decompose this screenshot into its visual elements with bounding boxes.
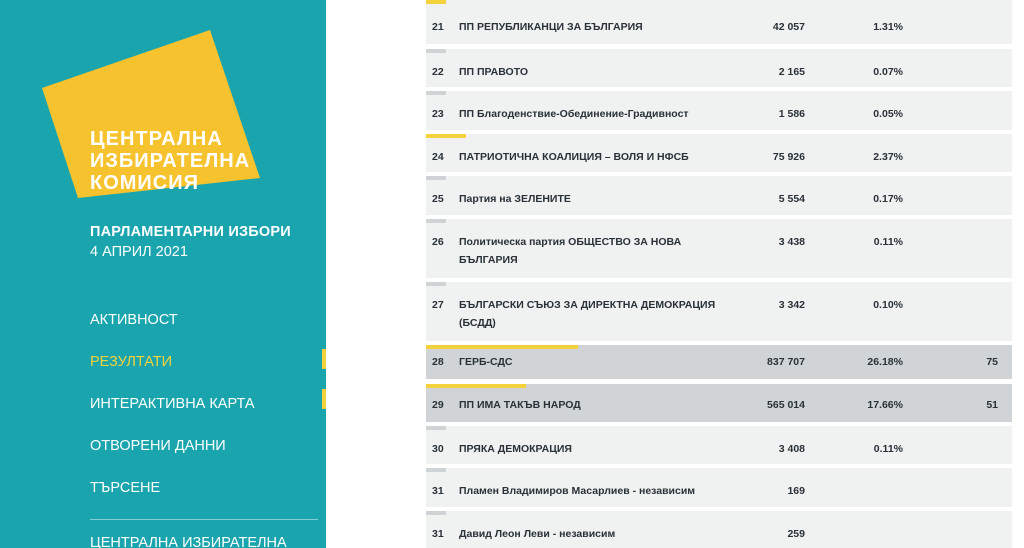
result-row[interactable]: 23 ПП Благоденствие-Обединение-Градивност…	[426, 91, 1012, 130]
party-name: ПП ИМА ТАКЪВ НАРОД	[459, 399, 581, 411]
result-bar	[426, 219, 446, 223]
election-title: ПАРЛАМЕНТАРНИ ИЗБОРИ	[90, 224, 291, 240]
nav-item-interactive-map[interactable]: ИНТЕРАКТИВНА КАРТА	[90, 389, 326, 431]
party-number: 25	[432, 193, 444, 205]
result-bar	[426, 468, 446, 472]
party-name: Партия на ЗЕЛЕНИТЕ	[459, 193, 571, 205]
logo-line: КОМИСИЯ	[90, 172, 199, 194]
result-row[interactable]: 27 БЪЛГАРСКИ СЪЮЗ ЗА ДИРЕКТНА ДЕМОКРАЦИЯ …	[426, 282, 1012, 341]
party-name: ПП Благоденствие-Обединение-Градивност	[459, 108, 689, 120]
nav-item-results[interactable]: РЕЗУЛТАТИ	[90, 347, 326, 409]
party-name: Политическа партия ОБЩЕСТВО ЗА НОВА БЪЛГ…	[459, 236, 682, 266]
party-percent: 0.07%	[873, 66, 903, 78]
party-name: Давид Леон Леви - независим	[459, 528, 616, 540]
party-votes: 42 057	[772, 21, 805, 33]
logo-line: ИЗБИРАТЕЛНА	[90, 150, 251, 172]
party-name: ПП РЕПУБЛИКАНЦИ ЗА БЪЛГАРИЯ	[459, 21, 643, 33]
party-votes: 169	[787, 485, 805, 497]
election-date: 4 АПРИЛ 2021	[90, 244, 188, 260]
party-seats: 75	[986, 356, 998, 368]
cik-logo[interactable]: ЦЕНТРАЛНА ИЗБИРАТЕЛНА КОМИСИЯ	[42, 30, 262, 200]
result-bar	[426, 0, 446, 4]
party-number: 28	[432, 356, 444, 368]
party-percent: 0.11%	[873, 443, 903, 455]
result-bar	[426, 176, 446, 180]
party-votes: 837 707	[767, 356, 805, 368]
party-number: 21	[432, 21, 444, 33]
result-bar	[426, 91, 446, 95]
main-content: 21 ПП РЕПУБЛИКАНЦИ ЗА БЪЛГАРИЯ 42 057 1.31%…	[326, 0, 1024, 548]
party-number: 23	[432, 108, 444, 120]
party-percent: 0.10%	[873, 299, 903, 311]
party-votes: 565 014	[767, 399, 805, 411]
result-row[interactable]: 21 ПП РЕПУБЛИКАНЦИ ЗА БЪЛГАРИЯ 42 057 1.31%	[426, 0, 1012, 44]
party-percent: 0.17%	[873, 193, 903, 205]
party-name: Пламен Владимиров Масарлиев - независим	[459, 485, 696, 497]
result-row[interactable]: 31 Пламен Владимиров Масарлиев - независи…	[426, 468, 1012, 507]
result-row[interactable]: 29 ПП ИМА ТАКЪВ НАРОД 565 014 17.66% 51	[426, 384, 1012, 422]
party-number: 26	[432, 236, 444, 248]
nav-divider	[90, 519, 318, 520]
logo-text: ЦЕНТРАЛНА ИЗБИРАТЕЛНА КОМИСИЯ	[90, 128, 250, 194]
result-bar	[426, 345, 578, 349]
party-number: 31	[432, 485, 444, 497]
party-percent: 17.66%	[867, 399, 903, 411]
result-row[interactable]: 25 Партия на ЗЕЛЕНИТЕ 5 554 0.17%	[426, 176, 1012, 215]
nav-item-search[interactable]: ТЪРСЕНЕ	[90, 473, 326, 515]
party-number: 31	[432, 528, 444, 540]
result-bar	[426, 511, 446, 515]
result-row[interactable]: 26 Политическа партия ОБЩЕСТВО ЗА НОВА БЪ…	[426, 219, 1012, 278]
party-votes: 3 438	[778, 236, 805, 248]
result-row[interactable]: 31 Давид Леон Леви - независим 259	[426, 511, 1012, 548]
result-bar	[426, 49, 446, 53]
party-number: 24	[432, 151, 444, 163]
results-table: 21 ПП РЕПУБЛИКАНЦИ ЗА БЪЛГАРИЯ 42 057 1.31%…	[426, 0, 1012, 548]
party-votes: 259	[787, 528, 805, 540]
party-percent: 1.31%	[873, 21, 903, 33]
party-votes: 1 586	[778, 108, 805, 120]
party-percent: 26.18%	[867, 356, 903, 368]
logo-line: ЦЕНТРАЛНА	[90, 128, 223, 150]
nav-item-activity[interactable]: АКТИВНОСТ	[90, 305, 326, 347]
party-name: ПАТРИОТИЧНА КОАЛИЦИЯ – ВОЛЯ И НФСБ	[459, 151, 689, 163]
party-number: 30	[432, 443, 444, 455]
party-votes: 5 554	[778, 193, 805, 205]
result-row[interactable]: 30 ПРЯКА ДЕМОКРАЦИЯ 3 408 0.11%	[426, 426, 1012, 464]
party-number: 22	[432, 66, 444, 78]
result-row[interactable]: 24 ПАТРИОТИЧНА КОАЛИЦИЯ – ВОЛЯ И НФСБ 75 9…	[426, 134, 1012, 172]
party-name: БЪЛГАРСКИ СЪЮЗ ЗА ДИРЕКТНА ДЕМОКРАЦИЯ (Б…	[459, 299, 716, 329]
main-nav: АКТИВНОСТ РЕЗУЛТАТИ ИНТЕРАКТИВНА КАРТА О…	[90, 305, 326, 515]
result-bar	[426, 282, 446, 286]
party-percent: 0.05%	[873, 108, 903, 120]
result-row[interactable]: 28 ГЕРБ-СДС 837 707 26.18% 75	[426, 345, 1012, 379]
party-percent: 2.37%	[873, 151, 903, 163]
party-votes: 75 926	[772, 151, 805, 163]
party-number: 27	[432, 299, 444, 311]
party-votes: 3 408	[778, 443, 805, 455]
result-bar	[426, 426, 446, 430]
party-name: ПРЯКА ДЕМОКРАЦИЯ	[459, 443, 572, 455]
nav-item-label: РЕЗУЛТАТИ	[90, 354, 173, 370]
nav-item-open-data[interactable]: ОТВОРЕНИ ДАННИ	[90, 431, 326, 473]
party-seats: 51	[986, 399, 998, 411]
result-bar	[426, 134, 466, 138]
result-row[interactable]: 22 ПП ПРАВОТО 2 165 0.07%	[426, 49, 1012, 87]
party-percent: 0.11%	[873, 236, 903, 248]
party-votes: 3 342	[778, 299, 805, 311]
nav-footer-link[interactable]: ЦЕНТРАЛНА ИЗБИРАТЕЛНА	[90, 535, 287, 548]
party-number: 29	[432, 399, 444, 411]
party-votes: 2 165	[778, 66, 805, 78]
party-name: ГЕРБ-СДС	[459, 356, 513, 368]
party-name: ПП ПРАВОТО	[459, 66, 529, 78]
result-bar	[426, 384, 526, 388]
sidebar: ЦЕНТРАЛНА ИЗБИРАТЕЛНА КОМИСИЯ ПАРЛАМЕНТА…	[0, 0, 326, 548]
